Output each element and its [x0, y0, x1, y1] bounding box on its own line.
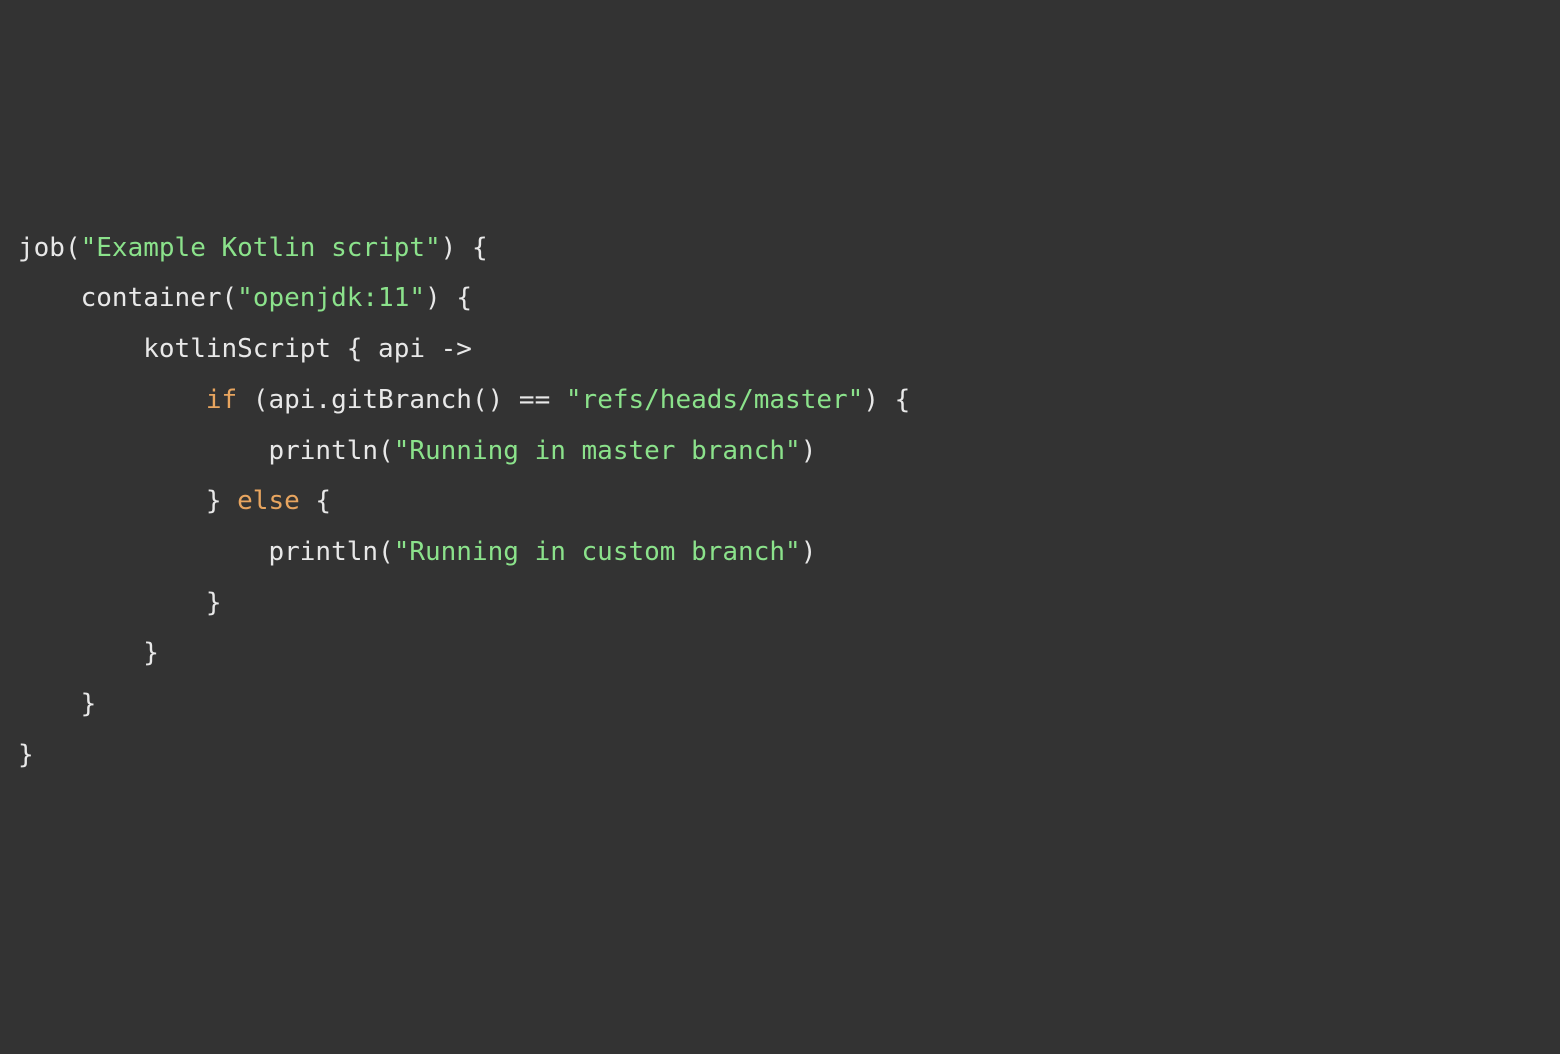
string-literal: "Example Kotlin script"	[81, 233, 441, 263]
code-line-6: } else {	[18, 486, 331, 516]
fn-call: container(	[81, 283, 238, 313]
code-text: kotlinScript { api ->	[143, 334, 472, 364]
indent	[18, 588, 206, 618]
code-line-3: kotlinScript { api ->	[18, 334, 472, 364]
keyword-if: if	[206, 385, 237, 415]
code-text: }	[206, 588, 222, 618]
fn-call: job(	[18, 233, 81, 263]
indent	[18, 436, 268, 466]
code-line-11: }	[18, 740, 34, 770]
string-literal: "Running in master branch"	[394, 436, 801, 466]
indent	[18, 638, 143, 668]
code-line-5: println("Running in master branch")	[18, 436, 816, 466]
string-literal: "refs/heads/master"	[566, 385, 863, 415]
indent	[18, 689, 81, 719]
code-line-9: }	[18, 638, 159, 668]
string-literal: "Running in custom branch"	[394, 537, 801, 567]
fn-call: println(	[268, 436, 393, 466]
code-line-2: container("openjdk:11") {	[18, 283, 472, 313]
code-line-4: if (api.gitBranch() == "refs/heads/maste…	[18, 385, 910, 415]
code-line-8: }	[18, 588, 222, 618]
code-text: }	[143, 638, 159, 668]
code-text: ) {	[441, 233, 488, 263]
indent	[18, 385, 206, 415]
code-text: )	[801, 537, 817, 567]
code-text: ) {	[863, 385, 910, 415]
code-line-1: job("Example Kotlin script") {	[18, 233, 488, 263]
indent	[18, 537, 268, 567]
indent	[18, 283, 81, 313]
code-text: )	[801, 436, 817, 466]
code-line-7: println("Running in custom branch")	[18, 537, 816, 567]
keyword-else: else	[237, 486, 300, 516]
code-text: {	[300, 486, 331, 516]
code-text: ) {	[425, 283, 472, 313]
fn-call: println(	[268, 537, 393, 567]
code-block: job("Example Kotlin script") { container…	[18, 223, 1542, 781]
code-line-10: }	[18, 689, 96, 719]
code-text: }	[206, 486, 237, 516]
code-text: (api.gitBranch() ==	[237, 385, 566, 415]
string-literal: "openjdk:11"	[237, 283, 425, 313]
indent	[18, 334, 143, 364]
indent	[18, 486, 206, 516]
code-text: }	[81, 689, 97, 719]
code-text: }	[18, 740, 34, 770]
